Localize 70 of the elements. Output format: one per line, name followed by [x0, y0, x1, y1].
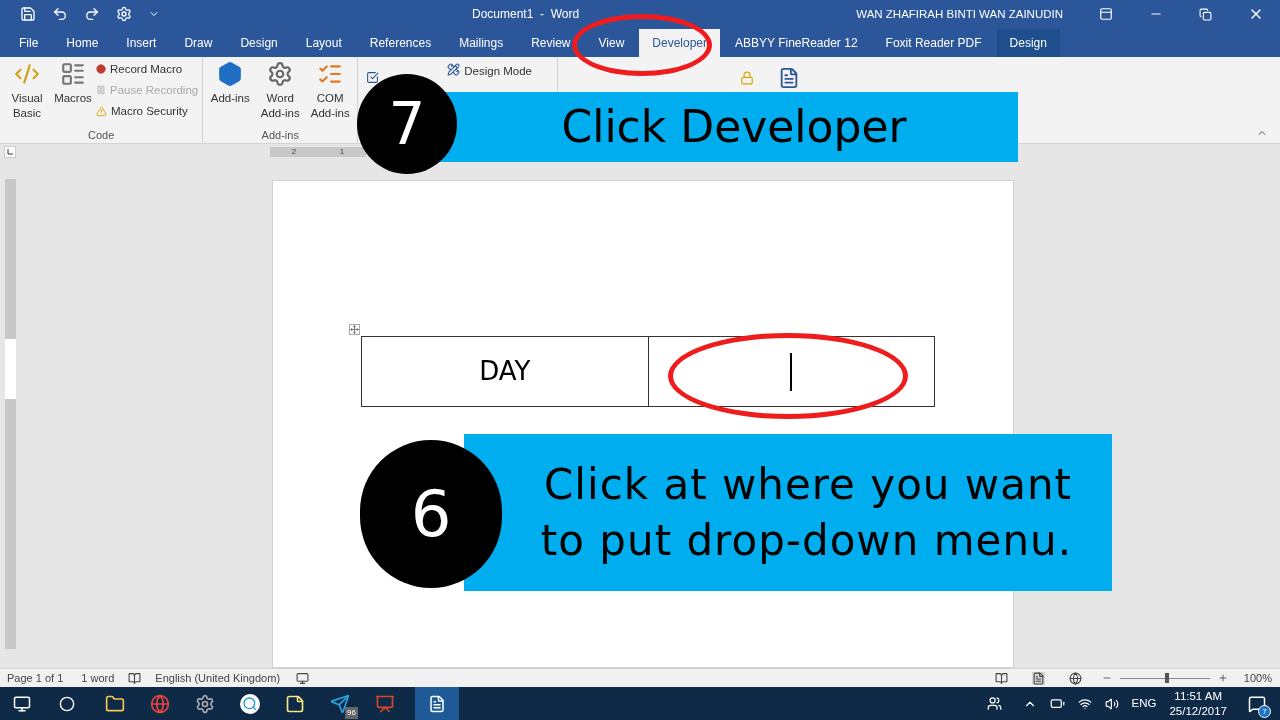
input-language[interactable]: ENG: [1131, 694, 1157, 713]
ribbon-tab[interactable]: Mailings: [446, 28, 517, 57]
table-cell[interactable]: DAY: [362, 337, 649, 407]
callout-text: to put drop-down menu.: [540, 514, 1072, 567]
volume-icon[interactable]: [1104, 696, 1119, 711]
print-layout-icon[interactable]: [1031, 671, 1045, 685]
pause-icon: [96, 85, 106, 96]
checkbox-control-icon[interactable]: [366, 70, 380, 84]
ribbon-tab[interactable]: Home: [53, 28, 112, 57]
restore-icon[interactable]: [1199, 7, 1212, 21]
callout-text: Click Developer: [561, 100, 907, 154]
ribbon-button[interactable]: Macros: [50, 56, 96, 127]
action-center-icon[interactable]: [1248, 694, 1266, 713]
read-mode-icon[interactable]: [994, 671, 1008, 685]
ribbon-tab[interactable]: Insert: [113, 28, 170, 57]
macro-security-button[interactable]: Macro Security: [96, 103, 199, 121]
ribbon-button[interactable]: COM Add-ins: [307, 56, 354, 127]
search-icon[interactable]: [59, 695, 75, 712]
callout-text: Click at where you want: [543, 458, 1072, 511]
web-layout-icon[interactable]: [1068, 671, 1082, 685]
record-macro-button[interactable]: Record Macro: [96, 60, 199, 78]
ruler-number: 1: [339, 145, 345, 158]
clock-time[interactable]: 11:51 AM: [1174, 688, 1223, 704]
wifi-icon[interactable]: [1077, 696, 1092, 711]
ribbon-tab[interactable]: References: [356, 28, 445, 57]
ribbon-tab[interactable]: Layout: [292, 28, 355, 57]
word-taskbar-button[interactable]: [415, 687, 459, 720]
group-label: Add-ins: [260, 127, 300, 143]
ribbon-button[interactable]: Add-ins: [207, 56, 254, 127]
ribbon-tab[interactable]: Design: [227, 28, 291, 57]
ruler-number: 2: [291, 145, 297, 158]
browser-icon[interactable]: [150, 693, 170, 714]
user-name: WAN ZHAFIRAH BINTI WAN ZAINUDIN: [856, 6, 1063, 22]
table-move-handle-icon[interactable]: [349, 324, 360, 336]
clock-date[interactable]: 25/12/2017: [1169, 703, 1227, 719]
group-label: Code: [86, 127, 116, 143]
ribbon-tab[interactable]: View: [585, 28, 638, 57]
window-title: Document1 - Word: [472, 6, 580, 24]
cube-icon: [217, 60, 244, 87]
ribbon-tab[interactable]: Foxit Reader PDF: [872, 28, 995, 57]
gear-icon: [267, 60, 294, 87]
redo-icon[interactable]: [84, 6, 100, 23]
ribbon-tab[interactable]: Review: [518, 28, 584, 57]
save-icon[interactable]: [20, 6, 36, 23]
record-icon: [96, 64, 106, 75]
ribbon-tab[interactable]: Design: [996, 28, 1060, 57]
tab-selector-icon[interactable]: [4, 145, 16, 158]
ribbon-button[interactable]: Visual Basic: [4, 56, 50, 127]
folder-icon[interactable]: [105, 693, 125, 714]
people-icon[interactable]: [986, 696, 1002, 711]
ribbon-tab[interactable]: ABBYY FineReader 12: [722, 28, 871, 57]
warning-icon: [96, 106, 107, 118]
word-count[interactable]: 1 word: [81, 669, 115, 687]
notification-badge: 96: [345, 706, 358, 719]
sticky-notes-icon[interactable]: [285, 693, 305, 714]
notification-badge: 7: [1258, 704, 1271, 718]
undo-icon[interactable]: [52, 6, 68, 23]
battery-icon[interactable]: [1049, 696, 1065, 711]
app-icon[interactable]: [240, 693, 260, 714]
ribbon-tab[interactable]: File: [6, 28, 52, 57]
app-icon[interactable]: [195, 693, 215, 714]
ribbon-button[interactable]: Word Add-ins: [257, 56, 304, 127]
language-status[interactable]: English (United Kingdom): [155, 669, 281, 687]
ribbon-tab[interactable]: Draw: [171, 28, 226, 57]
cell-text: DAY: [479, 355, 531, 389]
ribbon-display-icon[interactable]: [1099, 7, 1113, 22]
zoom-thumb[interactable]: [1164, 672, 1169, 683]
page-count[interactable]: Page 1 of 1: [7, 669, 64, 687]
zoom-level[interactable]: 100%: [1243, 669, 1272, 687]
zoom-in-icon[interactable]: [1217, 673, 1228, 684]
